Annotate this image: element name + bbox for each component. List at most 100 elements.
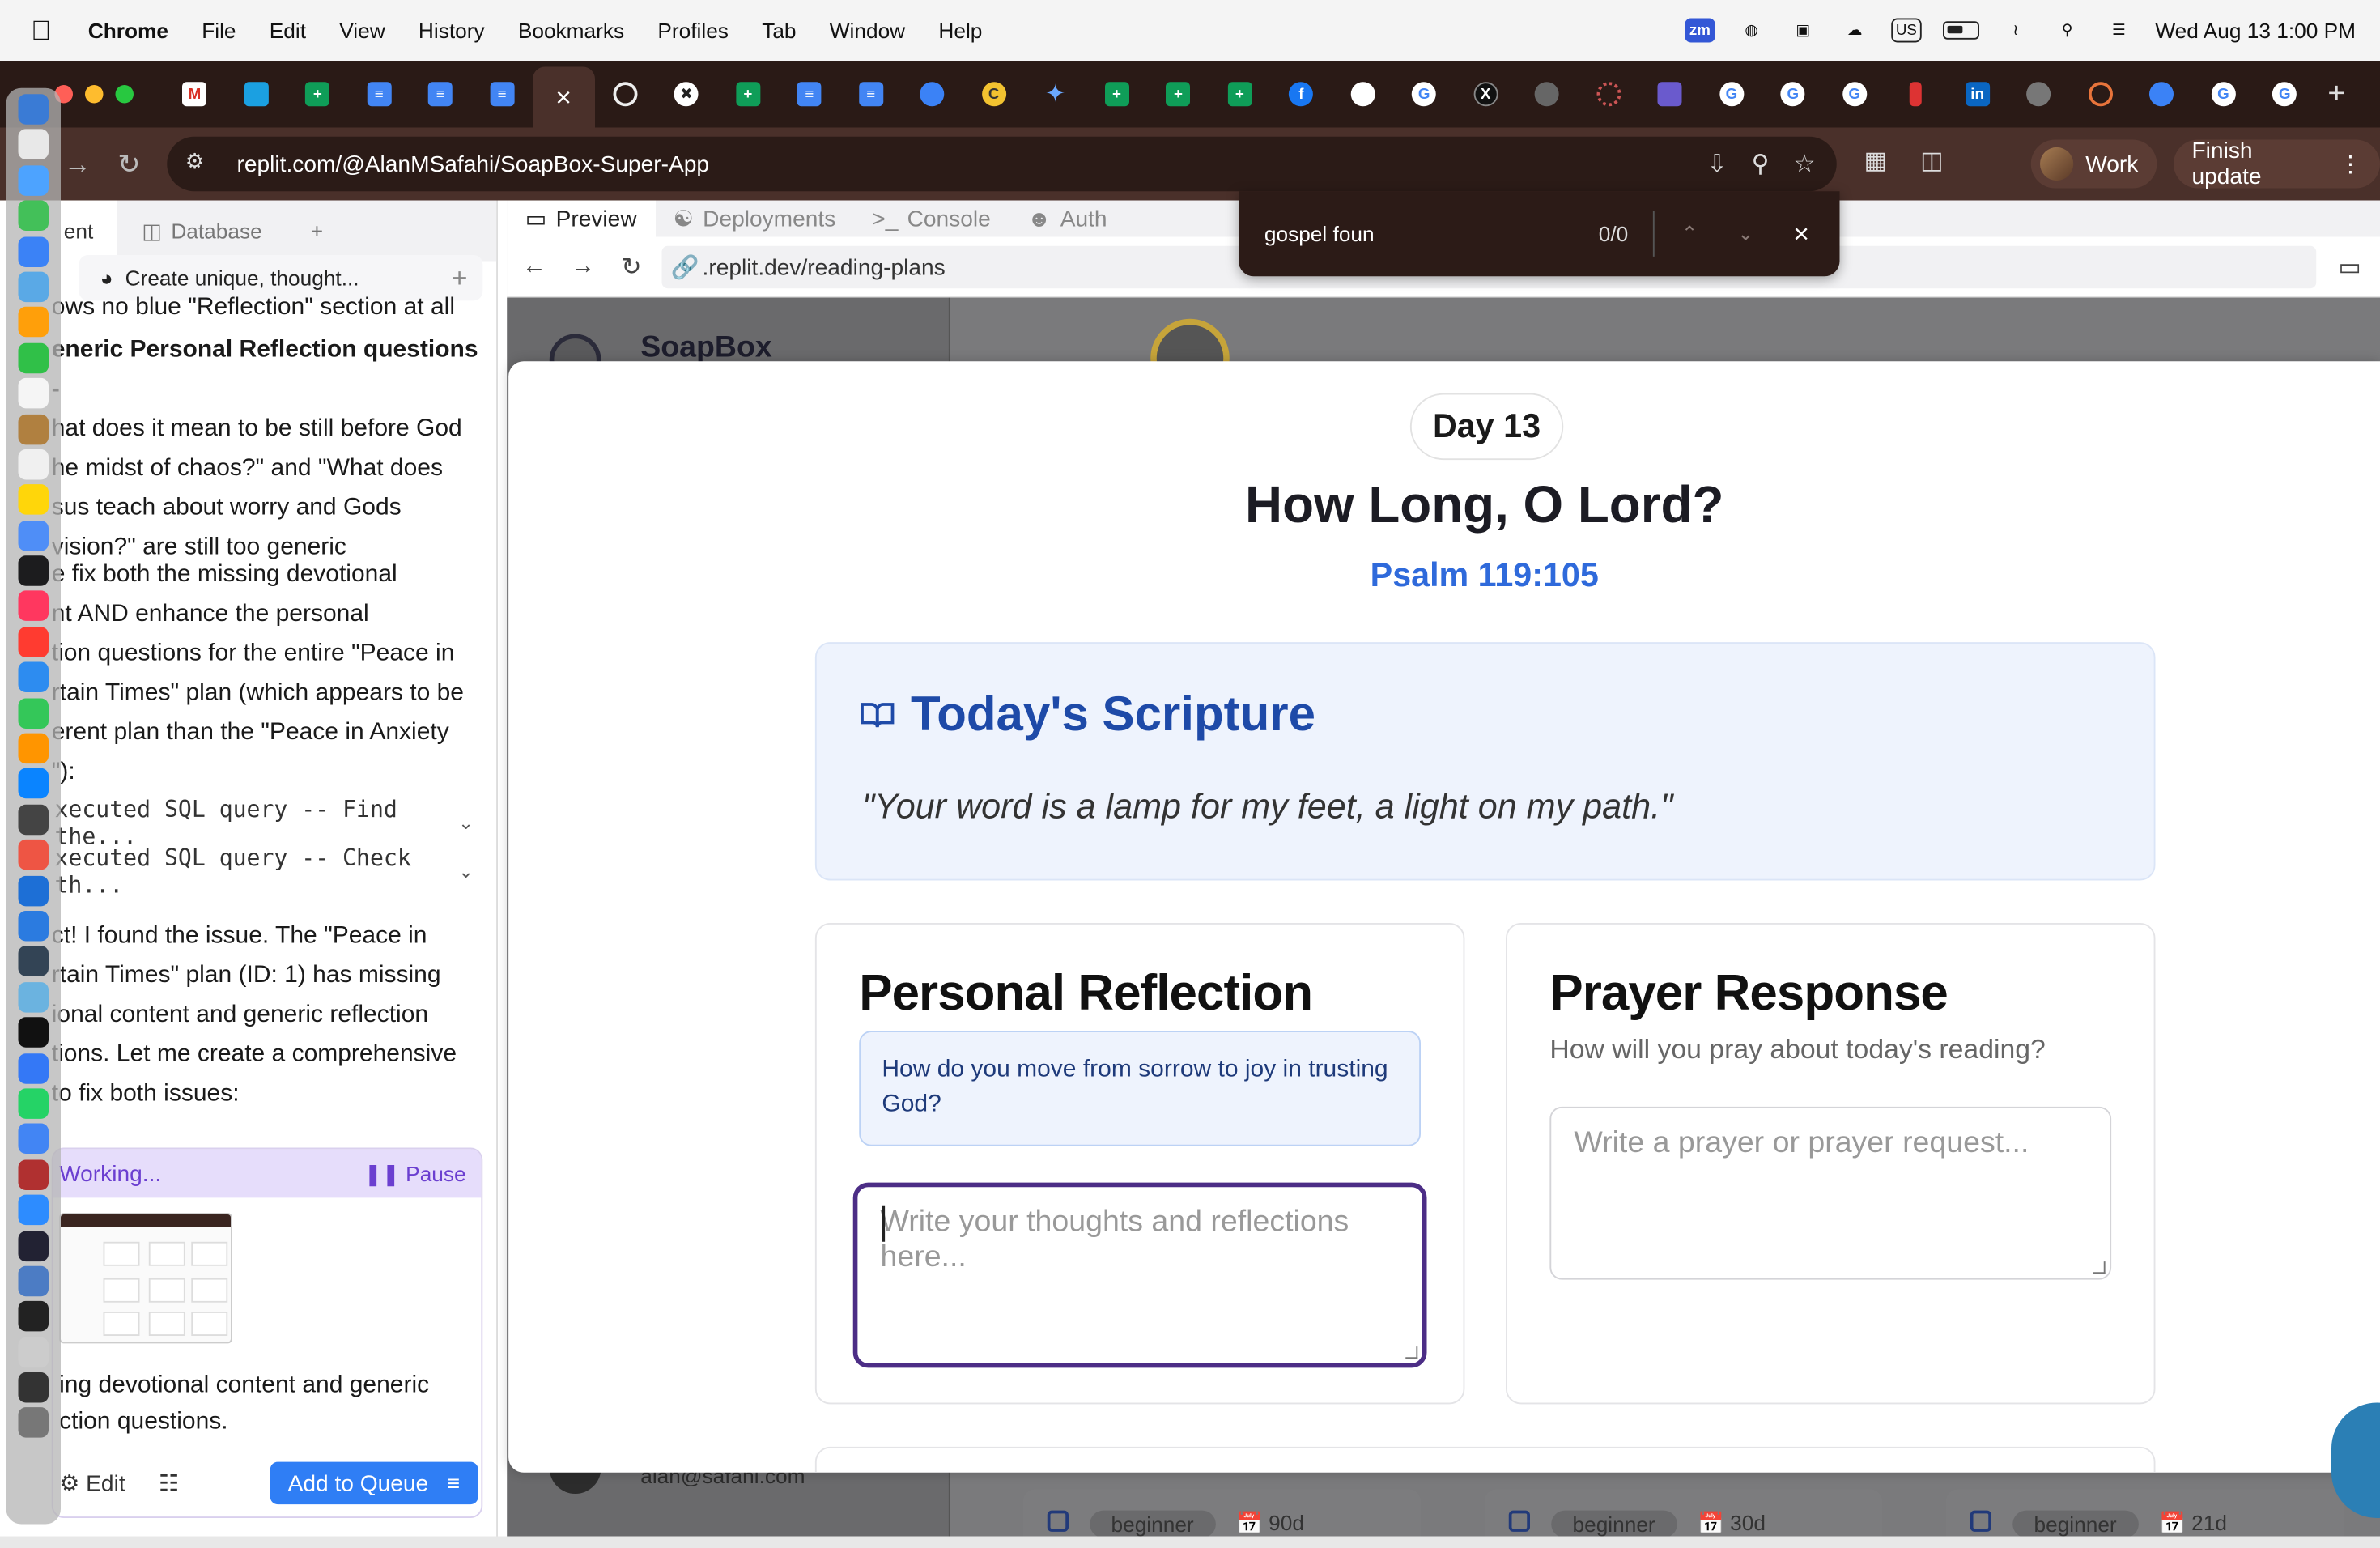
- tab-docs[interactable]: ≡: [348, 67, 410, 122]
- tab-app[interactable]: [225, 67, 287, 122]
- reload-icon[interactable]: ↻: [607, 251, 656, 282]
- dock-app-icon[interactable]: [18, 1017, 49, 1048]
- tab-x[interactable]: X: [1455, 67, 1516, 122]
- dock-app-icon[interactable]: [18, 661, 49, 693]
- extensions-puzzle-icon[interactable]: ▦: [1864, 146, 1887, 176]
- tab-console[interactable]: >_ Console: [854, 201, 1009, 237]
- reflection-textarea[interactable]: Write your thoughts and reflections here…: [852, 1182, 1427, 1368]
- control-center-icon[interactable]: ☰: [2104, 19, 2135, 43]
- tab-sheets[interactable]: +: [1148, 67, 1209, 122]
- menu-help[interactable]: Help: [922, 19, 999, 43]
- dock-app-icon[interactable]: [18, 981, 49, 1013]
- tab-active-replit[interactable]: ×: [533, 66, 595, 128]
- outlook-status-icon[interactable]: ▣: [1788, 19, 1819, 43]
- tab-google[interactable]: G: [2254, 67, 2315, 122]
- back-icon[interactable]: ←: [510, 253, 559, 280]
- dock-app-icon[interactable]: [18, 413, 49, 444]
- new-tab-button[interactable]: +: [2327, 77, 2345, 112]
- input-source-indicator[interactable]: US: [1891, 18, 1922, 43]
- sql-query-item[interactable]: xecuted SQL query -- Find the... ⌄: [55, 796, 474, 851]
- install-app-icon[interactable]: ⇩: [1706, 149, 1727, 180]
- tab-sheets[interactable]: +: [1209, 67, 1270, 122]
- dock-app-icon[interactable]: [18, 1230, 49, 1261]
- dock-app-icon[interactable]: [18, 1088, 49, 1119]
- find-input[interactable]: gospel foun: [1264, 222, 1375, 246]
- menu-view[interactable]: View: [323, 19, 402, 43]
- tab-app[interactable]: [2008, 67, 2070, 122]
- pause-button[interactable]: ❚❚ Pause: [364, 1160, 466, 1186]
- menu-edit[interactable]: Edit: [253, 19, 322, 43]
- prayer-textarea[interactable]: Write a prayer or prayer request...: [1549, 1106, 2112, 1280]
- side-panel-icon[interactable]: ◫: [1920, 146, 1943, 176]
- zoom-window-button[interactable]: [115, 85, 134, 104]
- dock-app-icon[interactable]: [18, 1053, 49, 1083]
- tab-database[interactable]: ◫ Database: [117, 201, 286, 262]
- tab-browser[interactable]: [902, 67, 963, 122]
- dock-app-icon[interactable]: [18, 946, 49, 977]
- tab-app[interactable]: [1516, 67, 1578, 122]
- tab-google[interactable]: G: [1701, 67, 1762, 122]
- dock-app-icon[interactable]: [18, 733, 49, 764]
- close-find-icon[interactable]: ×: [1793, 218, 1809, 249]
- dock-app-icon[interactable]: [18, 271, 49, 303]
- find-in-page-icon[interactable]: ⚲: [1752, 149, 1770, 180]
- previous-match-icon[interactable]: ⌃: [1681, 222, 1698, 246]
- dock-app-icon[interactable]: [18, 1265, 49, 1297]
- dock-app-icon[interactable]: [18, 200, 49, 232]
- chevron-down-icon[interactable]: ⌄: [458, 812, 474, 833]
- tab-app[interactable]: [1639, 67, 1701, 122]
- settings-sliders-icon[interactable]: ☷: [159, 1469, 179, 1497]
- tab-google[interactable]: G: [1824, 67, 1885, 122]
- dock-app-icon[interactable]: [18, 627, 49, 657]
- dock-app-icon[interactable]: [18, 840, 49, 870]
- chevron-down-icon[interactable]: ⌄: [458, 861, 474, 882]
- tab-sheets[interactable]: +: [1086, 67, 1148, 122]
- screenshot-thumbnail[interactable]: [59, 1213, 232, 1344]
- minimize-window-button[interactable]: [85, 85, 104, 104]
- dock-app-icon[interactable]: [18, 1124, 49, 1155]
- tab-facebook[interactable]: f: [1270, 67, 1332, 122]
- dock-app-icon[interactable]: [18, 1337, 49, 1367]
- tab-docs[interactable]: ≡: [840, 67, 902, 122]
- battery-icon[interactable]: [1942, 21, 1979, 40]
- tab-docs[interactable]: ≡: [410, 67, 471, 122]
- tab-preview[interactable]: ▭ Preview: [507, 200, 656, 237]
- dock-app-icon[interactable]: [18, 591, 49, 622]
- omnibox-url[interactable]: replit.com/@AlanMSafahi/SoapBox-Super-Ap…: [237, 151, 710, 177]
- tab-linkedin[interactable]: in: [1947, 67, 2008, 122]
- dock-app-icon[interactable]: [18, 94, 49, 125]
- tab-gmail[interactable]: M: [164, 67, 226, 122]
- tab-app[interactable]: [1578, 67, 1639, 122]
- tab-google[interactable]: G: [1762, 67, 1824, 122]
- menu-window[interactable]: Window: [813, 19, 922, 43]
- dock-app-icon[interactable]: [18, 697, 49, 729]
- app-menu-chrome[interactable]: Chrome: [82, 19, 185, 43]
- dock-app-icon[interactable]: [18, 236, 49, 267]
- dock-app-icon[interactable]: [18, 555, 49, 586]
- tab-github[interactable]: [1332, 67, 1393, 122]
- vpn-status-icon[interactable]: ◍: [1736, 19, 1767, 43]
- add-to-queue-button[interactable]: Add to Queue ≡: [270, 1461, 478, 1505]
- tab-openai[interactable]: [594, 67, 656, 122]
- finish-update-button[interactable]: Finish update ⋮: [2174, 138, 2380, 189]
- cloud-status-icon[interactable]: ☁: [1839, 19, 1870, 43]
- menu-bookmarks[interactable]: Bookmarks: [501, 19, 641, 43]
- dock-app-icon[interactable]: [18, 449, 49, 480]
- tab-sheets[interactable]: +: [717, 67, 779, 122]
- dock-app-icon[interactable]: [18, 1159, 49, 1190]
- menubar-clock[interactable]: Wed Aug 13 1:00 PM: [2155, 19, 2356, 43]
- omnibox[interactable]: ⚙ replit.com/@AlanMSafahi/SoapBox-Super-…: [167, 136, 1837, 192]
- tab-google[interactable]: G: [2192, 67, 2254, 122]
- dock-app-icon[interactable]: [18, 1372, 49, 1403]
- dock-app-icon[interactable]: [18, 1301, 49, 1332]
- tab-browser[interactable]: [2131, 67, 2193, 122]
- dock-app-icon[interactable]: [18, 342, 49, 373]
- dock-app-icon[interactable]: [18, 768, 49, 800]
- dock-app-icon[interactable]: [18, 484, 49, 516]
- devices-icon[interactable]: ▭: [2326, 251, 2374, 282]
- tab-app[interactable]: [1885, 67, 1947, 122]
- menu-profiles[interactable]: Profiles: [641, 19, 746, 43]
- new-tab-plus-button[interactable]: +: [287, 201, 347, 262]
- tab-google[interactable]: G: [1393, 67, 1455, 122]
- sql-query-item[interactable]: xecuted SQL query -- Check th... ⌄: [55, 844, 474, 899]
